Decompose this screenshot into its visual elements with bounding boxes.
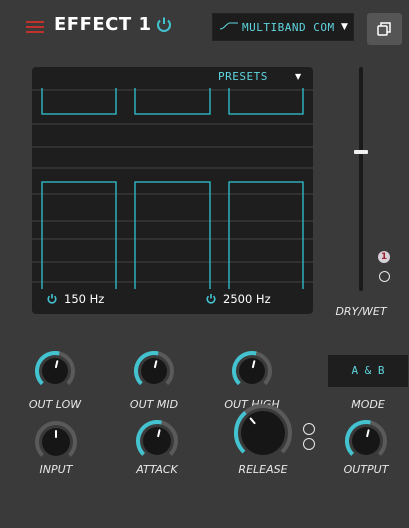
power-icon[interactable]	[205, 293, 217, 305]
knob-body	[42, 358, 68, 384]
knob-indicator	[157, 429, 161, 438]
out-low-knob[interactable]	[35, 351, 75, 391]
effect-type-dropdown[interactable]: MULTIBAND COM ▼	[212, 13, 354, 41]
menu-icon[interactable]	[26, 21, 44, 35]
high-crossover[interactable]: 2500 Hz	[205, 292, 271, 306]
copy-button[interactable]	[367, 13, 402, 45]
copy-icon	[377, 22, 391, 36]
knob-indicator	[251, 360, 256, 369]
knob-body	[141, 358, 167, 384]
release-knob[interactable]	[234, 404, 292, 462]
attack-label: ATTACK	[136, 463, 178, 476]
presets-arrow-icon[interactable]: ▼	[295, 72, 301, 81]
knob-body	[241, 411, 285, 455]
power-icon[interactable]	[46, 293, 58, 305]
mode-label: MODE	[351, 398, 385, 411]
effect-type-label: MULTIBAND COM	[242, 21, 335, 34]
knob-indicator	[153, 360, 158, 369]
wave-icon	[220, 22, 238, 30]
high-crossover-value: 2500 Hz	[223, 292, 271, 306]
out-mid-knob[interactable]	[134, 351, 174, 391]
attack-knob[interactable]	[136, 420, 178, 462]
out-mid-label: OUT MID	[129, 398, 179, 411]
multiband-display[interactable]: PRESETS ▼ 150 Hz 2500 Hz	[32, 67, 313, 314]
input-knob[interactable]	[35, 421, 77, 463]
drywet-slider-track[interactable]	[359, 67, 363, 291]
low-crossover[interactable]: 150 Hz	[46, 292, 104, 306]
output-knob[interactable]	[345, 420, 387, 462]
knob-body	[239, 358, 265, 384]
power-icon[interactable]	[154, 15, 174, 35]
midi-badge: 1	[378, 251, 390, 263]
knob-indicator	[366, 429, 370, 438]
ring-icon[interactable]	[303, 423, 315, 435]
band-graph	[32, 88, 313, 289]
out-low-label: OUT LOW	[28, 398, 82, 411]
presets-menu-label[interactable]: PRESETS	[218, 70, 268, 83]
input-label: INPUT	[39, 463, 73, 476]
knob-body	[143, 427, 171, 455]
dropdown-arrow-icon: ▼	[341, 22, 348, 32]
ring-icon[interactable]	[379, 271, 390, 282]
out-high-knob[interactable]	[232, 351, 272, 391]
effect-panel: EFFECT 1 MULTIBAND COM ▼ PRESETS ▼ 150 H…	[0, 0, 409, 528]
ring-icon[interactable]	[303, 438, 315, 450]
effect-title: EFFECT 1	[54, 14, 152, 35]
drywet-label: DRY/WET	[335, 305, 387, 318]
drywet-slider-handle[interactable]	[354, 150, 368, 155]
mode-selector[interactable]: A & B	[328, 355, 408, 387]
knob-indicator	[54, 360, 59, 369]
release-label: RELEASE	[238, 463, 288, 476]
knob-body	[352, 427, 380, 455]
low-crossover-value: 150 Hz	[64, 292, 105, 306]
output-label: OUTPUT	[343, 463, 389, 476]
mode-value: A & B	[351, 364, 385, 377]
